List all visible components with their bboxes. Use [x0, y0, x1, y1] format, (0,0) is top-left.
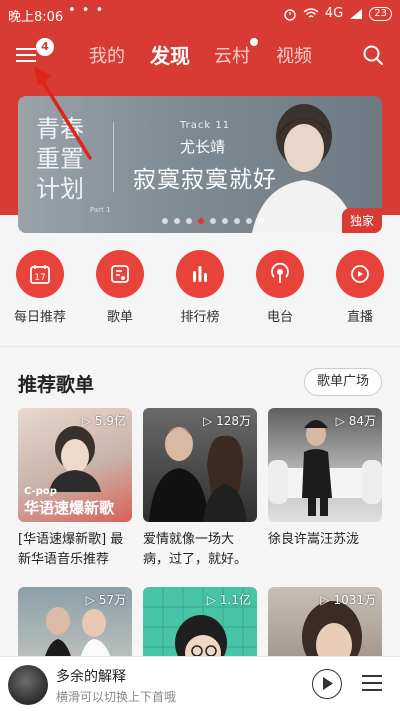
playlist-title: [华语速爆新歌] 最新华语音乐推荐 [18, 532, 124, 567]
play-count: ▷ 1031万 [320, 593, 376, 607]
signal-icon [350, 8, 363, 19]
cover-caption: C-pop 华语速爆新歌 [24, 486, 115, 517]
live-button[interactable]: 直播 [325, 250, 395, 325]
playlist-card[interactable]: C-pop 华语速爆新歌 ▷ 5.9亿 [华语速爆新歌] 最新华语音乐推荐 [18, 408, 132, 570]
play-count: ▷ 5.9亿 [81, 414, 126, 428]
play-count: ▷ 128万 [203, 414, 251, 428]
banner-artist: 尤长靖 [180, 138, 226, 156]
radio-button[interactable]: 电台 [245, 250, 315, 325]
banner-track: Track 11 [180, 120, 231, 131]
menu-badge: 4 [36, 38, 54, 56]
status-right: 4G 23 [283, 6, 392, 21]
play-count: ▷ 57万 [85, 593, 126, 607]
radio-label: 电台 [266, 310, 293, 325]
live-label: 直播 [346, 310, 373, 325]
playlist-plaza-button[interactable]: 歌单广场 [303, 368, 382, 396]
play-count: ▷ 84万 [335, 414, 376, 428]
charts-button[interactable]: 排行榜 [165, 250, 235, 325]
swipe-hint: 横滑可以切换上下首哦 [56, 690, 177, 704]
daily-recommend-button[interactable]: 17 每日推荐 [5, 250, 75, 325]
now-playing-title: 多余的解释 [56, 669, 126, 685]
alarm-icon [284, 8, 296, 21]
play-count: ▷ 1.1亿 [206, 593, 251, 607]
quick-nav: 17 每日推荐 歌单 排行榜 电台 直播 [0, 250, 400, 340]
playlist-card[interactable]: ▷ 84万 徐良许嵩汪苏泷 [268, 408, 382, 550]
battery-level: 23 [369, 6, 392, 21]
section-title: 推荐歌单 [18, 374, 95, 396]
playlist-card[interactable]: ▷ 128万 爱情就像一场大病，过了，就好。 [143, 408, 257, 570]
chart-bars-icon [176, 250, 224, 298]
radio-icon [256, 250, 304, 298]
playlist-queue-icon[interactable] [362, 675, 384, 693]
playlist-button[interactable]: 歌单 [85, 250, 155, 325]
daily-recommend-label: 每日推荐 [13, 310, 66, 325]
calendar-icon: 17 [16, 250, 64, 298]
play-icon [323, 677, 333, 690]
playlist-cover: ▷ 128万 [143, 408, 257, 522]
banner-part: Part 1 [90, 206, 111, 214]
tab-community[interactable]: 云村 [214, 42, 250, 68]
annotation-arrow [34, 66, 92, 160]
live-icon [336, 250, 384, 298]
status-bar: 晚上8:06 • • • 4G 23 [0, 0, 400, 28]
tab-discover[interactable]: 发现 [150, 40, 190, 69]
banner-pagination [162, 218, 264, 224]
banner-divider [113, 122, 114, 192]
exclusive-badge: 独家 [341, 208, 382, 233]
network-type: 4G [324, 6, 344, 21]
playlist-icon [96, 250, 144, 298]
section-divider [0, 346, 400, 347]
search-icon[interactable] [362, 44, 384, 66]
now-playing-cover[interactable] [8, 665, 48, 705]
notification-dots: • • • [68, 3, 105, 18]
playlist-title: 徐良许嵩汪苏泷 [268, 532, 360, 547]
mini-player[interactable]: 多余的解释 横滑可以切换上下首哦 [0, 656, 400, 711]
status-time: 晚上8:06 [8, 10, 64, 25]
playlist-cover: C-pop 华语速爆新歌 ▷ 5.9亿 [18, 408, 132, 522]
playlist-title: 爱情就像一场大病，过了，就好。 [143, 532, 248, 567]
play-button[interactable] [312, 669, 342, 699]
tab-video[interactable]: 视频 [276, 42, 312, 68]
svg-text:17: 17 [34, 273, 45, 283]
playlist-cover: ▷ 84万 [268, 408, 382, 522]
playlist-label: 歌单 [106, 310, 133, 325]
charts-label: 排行榜 [180, 310, 220, 325]
community-notification-dot [250, 38, 258, 46]
wifi-icon [303, 7, 319, 18]
cover-couple [149, 427, 247, 522]
